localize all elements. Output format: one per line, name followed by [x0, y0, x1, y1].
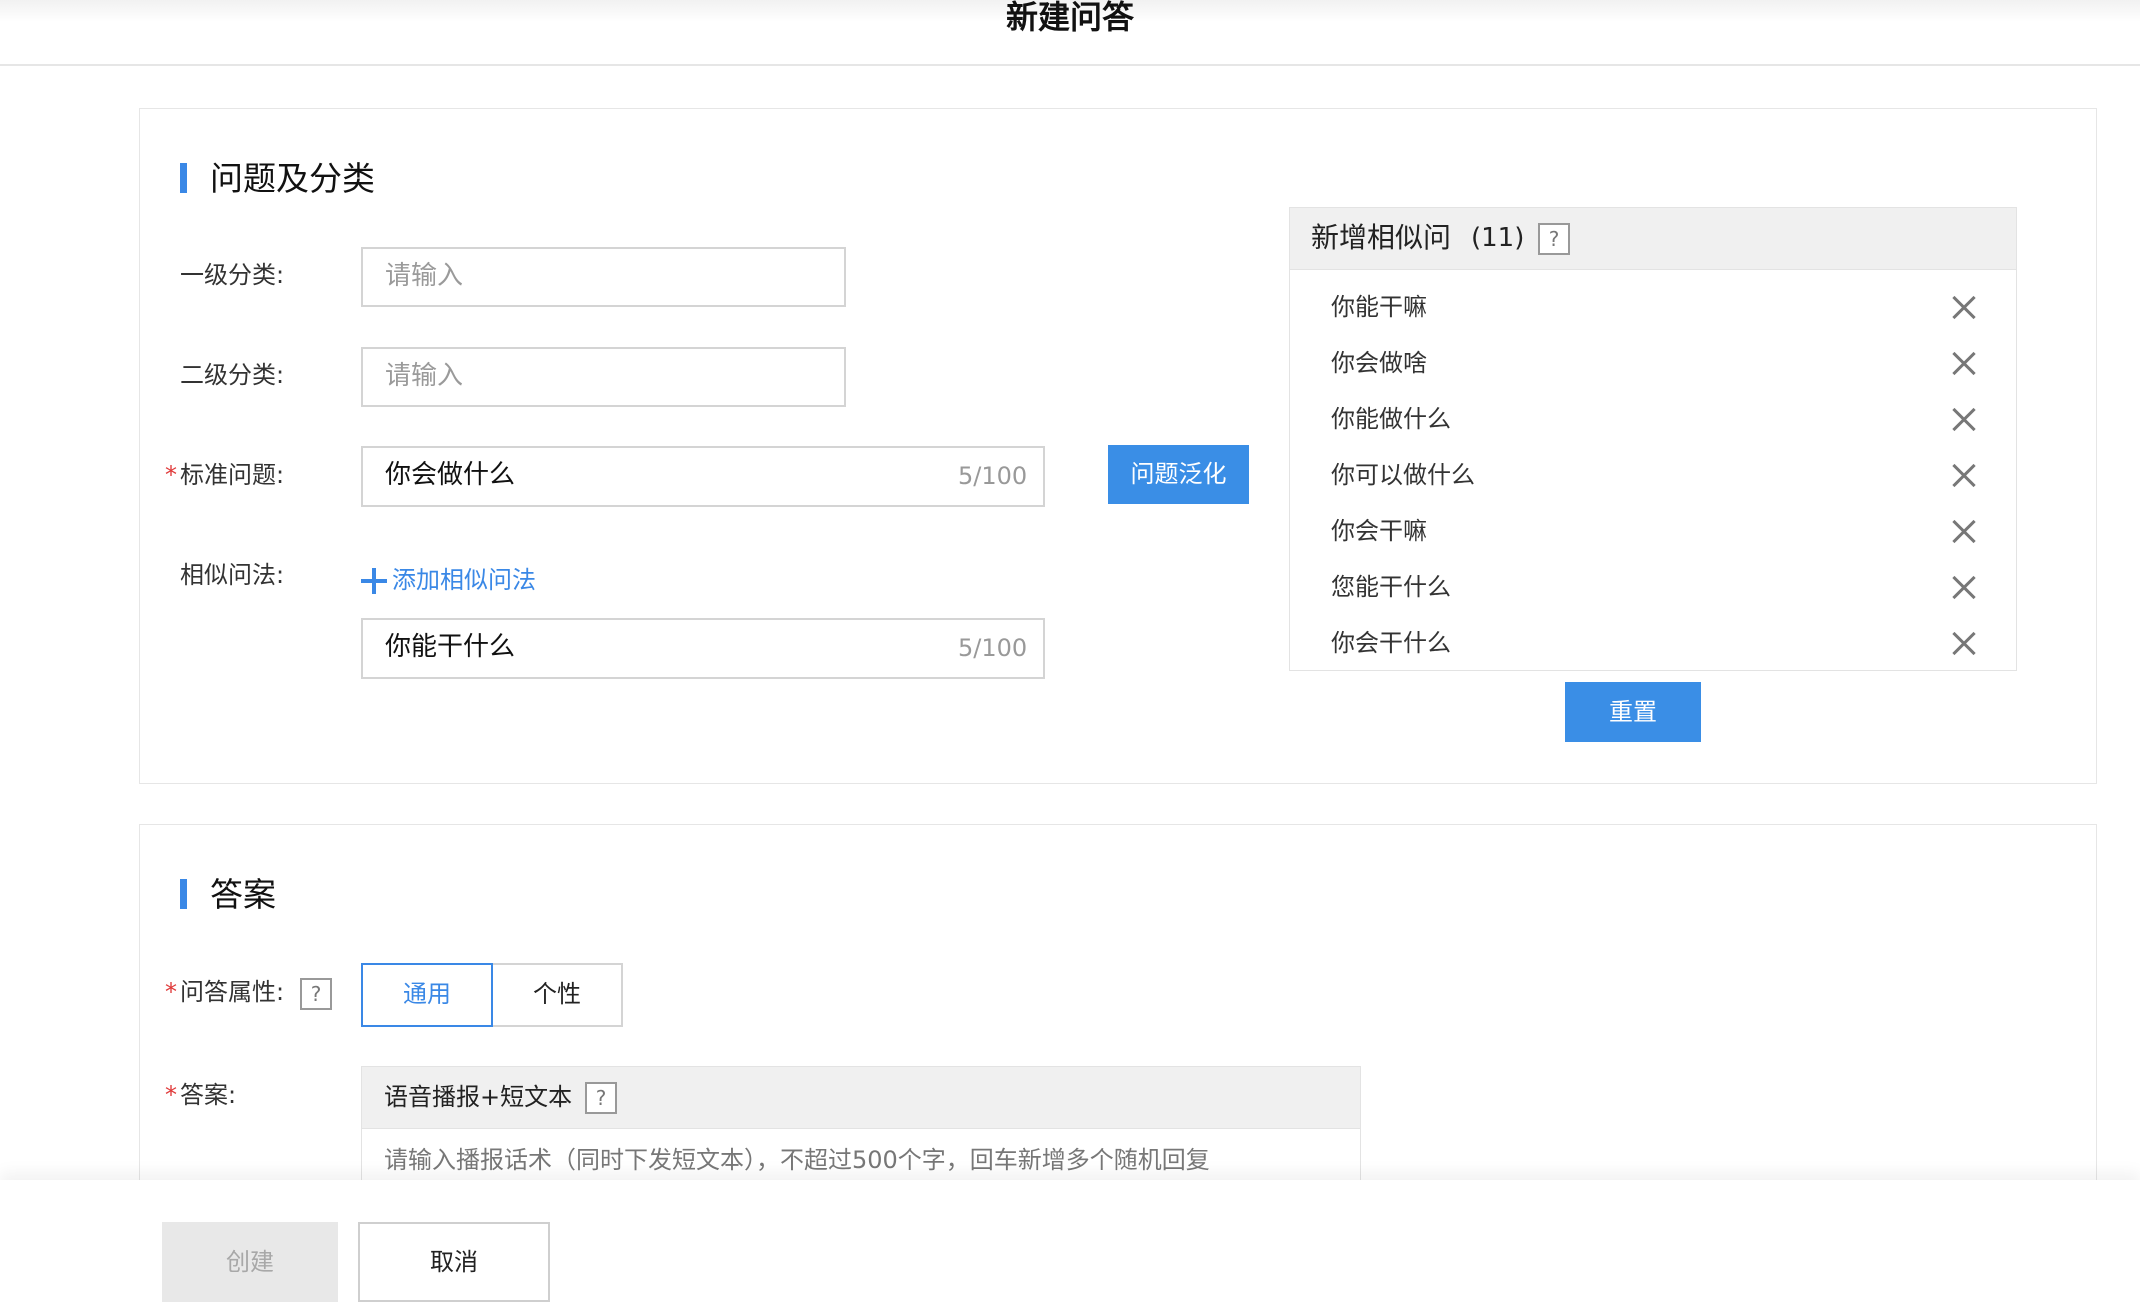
help-icon[interactable]: ? [300, 978, 332, 1010]
similar-question-value: 你能干什么 [385, 632, 516, 662]
level1-label: 一级分类: [180, 261, 285, 289]
required-mark: * [165, 978, 177, 1006]
similar-item: 你能做什么 [1331, 405, 1451, 433]
footer-bar: 创建 取消 [0, 1180, 2140, 1312]
answer-type-label: 语音播报+短文本 [384, 1083, 573, 1111]
page-header: 新建问答 [0, 0, 2140, 66]
similar-item: 你会做啥 [1331, 349, 1427, 377]
cancel-button[interactable]: 取消 [358, 1222, 550, 1302]
standard-question-counter: 5/100 [958, 462, 1028, 490]
similar-item: 你会干什么 [1331, 629, 1451, 657]
close-icon[interactable] [1951, 575, 1977, 601]
level2-label: 二级分类: [180, 361, 285, 389]
similar-panel: 新增相似问 (11) ? 你能干嘛 你会做啥 你能做什么 你可以做什么 你会干嘛… [1289, 207, 2017, 671]
page-title: 新建问答 [1005, 0, 1134, 36]
answer-type-header: 语音播报+短文本 ? [362, 1067, 1360, 1129]
close-icon[interactable] [1951, 631, 1977, 657]
create-button[interactable]: 创建 [162, 1222, 338, 1302]
similar-item: 您能干什么 [1331, 573, 1451, 601]
level2-input[interactable]: 请输入 [361, 347, 846, 407]
question-section-card: 问题及分类 一级分类: 请输入 二级分类: 请输入 * 标准问题: 你会做什么 … [139, 108, 2097, 784]
similar-question-counter: 5/100 [958, 634, 1028, 662]
reset-button[interactable]: 重置 [1565, 682, 1701, 742]
generalize-button[interactable]: 问题泛化 [1108, 445, 1249, 504]
close-icon[interactable] [1951, 295, 1977, 321]
similar-label: 相似问法: [180, 561, 285, 589]
option-personal[interactable]: 个性 [491, 963, 623, 1027]
similar-item: 你会干嘛 [1331, 517, 1427, 545]
section-title: 问题及分类 [210, 159, 375, 198]
option-general[interactable]: 通用 [361, 963, 493, 1027]
plus-icon[interactable] [361, 568, 387, 594]
close-icon[interactable] [1951, 519, 1977, 545]
standard-question-value: 你会做什么 [385, 460, 516, 490]
add-similar-link[interactable]: 添加相似问法 [392, 564, 536, 596]
close-icon[interactable] [1951, 351, 1977, 377]
required-mark: * [165, 1081, 177, 1109]
similar-item: 你可以做什么 [1331, 461, 1475, 489]
help-icon[interactable]: ? [1538, 223, 1570, 255]
level2-placeholder: 请输入 [385, 361, 464, 391]
similar-panel-count: (11) [1471, 223, 1525, 253]
close-icon[interactable] [1951, 463, 1977, 489]
close-icon[interactable] [1951, 407, 1977, 433]
qa-attr-label: 问答属性: [180, 978, 285, 1006]
answer-input[interactable]: 请输入播报话术（同时下发短文本），不超过500个字，回车新增多个随机回复 [384, 1144, 1210, 1176]
standard-question-input[interactable]: 你会做什么 [361, 446, 1045, 507]
similar-panel-title: 新增相似问 [1311, 221, 1452, 254]
help-icon[interactable]: ? [585, 1082, 617, 1114]
section-accent-bar [180, 163, 187, 193]
answer-section-card: 答案 * 问答属性: ? 通用 个性 * 答案: 语音播报+短文本 ? 请输入播… [139, 824, 2097, 1226]
similar-item: 你能干嘛 [1331, 293, 1427, 321]
similar-panel-header: 新增相似问 (11) ? [1290, 208, 2016, 270]
required-mark: * [165, 461, 177, 489]
answer-label: 答案: [180, 1081, 237, 1109]
level1-input[interactable]: 请输入 [361, 247, 846, 307]
level1-placeholder: 请输入 [385, 261, 464, 291]
section-accent-bar [180, 879, 187, 909]
section-title: 答案 [210, 875, 276, 914]
similar-question-input[interactable]: 你能干什么 [361, 618, 1045, 679]
standard-question-label: 标准问题: [180, 461, 285, 489]
